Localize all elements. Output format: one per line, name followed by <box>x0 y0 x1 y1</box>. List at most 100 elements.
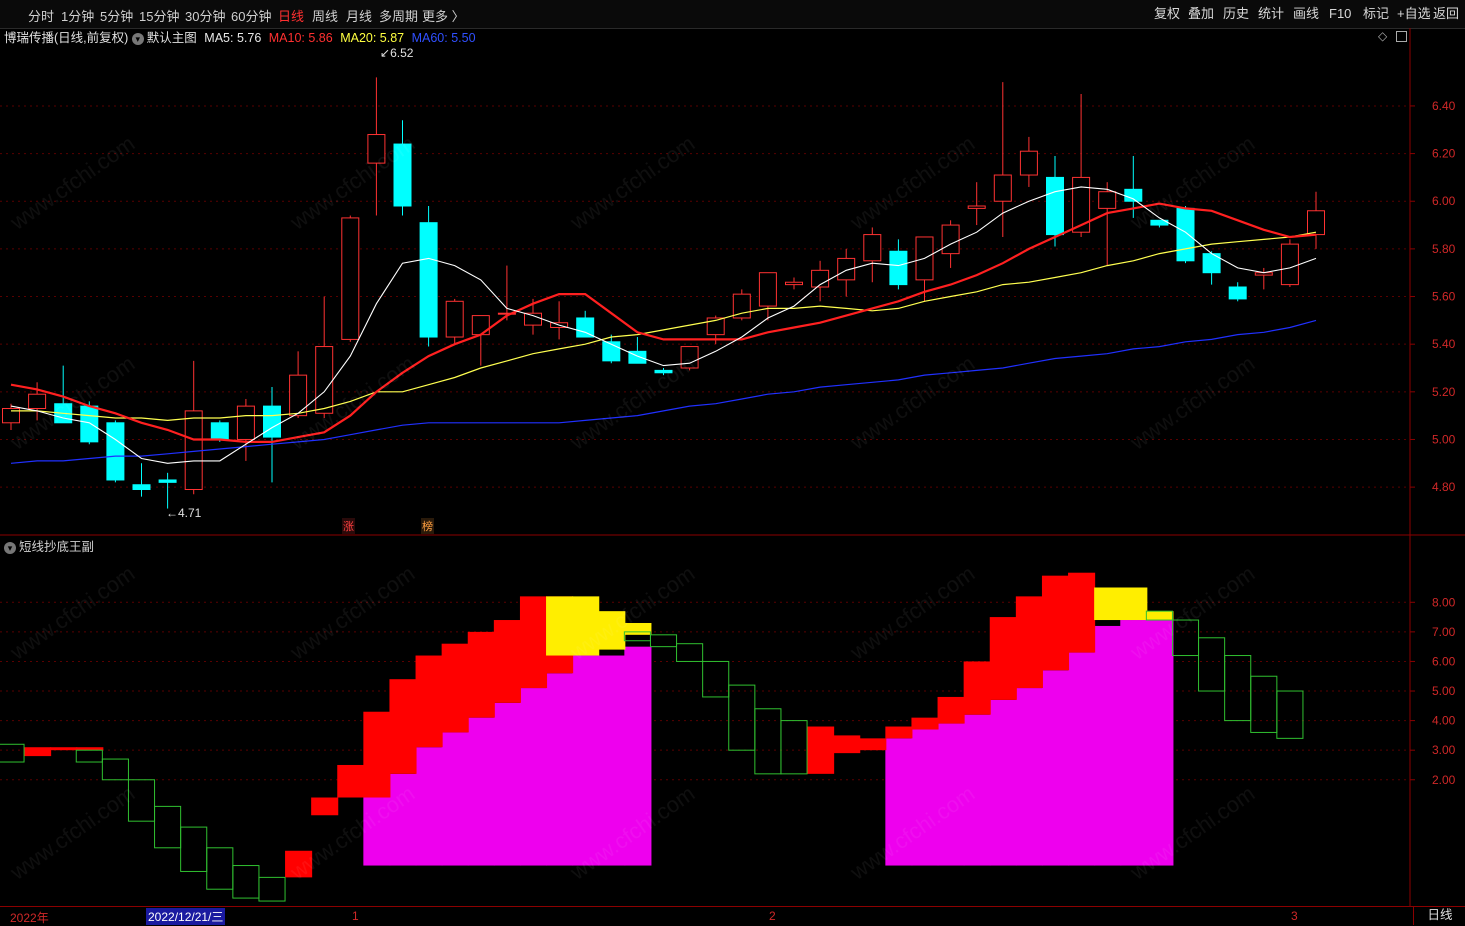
indicator-green-box <box>180 826 208 872</box>
ranking-badge[interactable]: 榜 <box>421 518 434 534</box>
indicator-green-box <box>702 660 730 698</box>
indicator-magenta-bar <box>363 797 391 866</box>
indicator-red-box <box>1068 572 1096 653</box>
ma20-line <box>11 231 1317 422</box>
indicator-magenta-bar <box>415 747 443 866</box>
indicator-magenta-bar <box>1146 620 1174 866</box>
candle-body-up <box>993 174 1012 202</box>
sub-y-tick-label: 7.00 <box>1432 625 1456 639</box>
y-tick-label: 4.80 <box>1432 480 1456 494</box>
indicator-red-box <box>859 738 887 751</box>
indicator-red-box <box>24 747 52 757</box>
candle-body-up <box>1280 243 1299 286</box>
indicator-green-box <box>780 720 808 775</box>
candle-body-up <box>680 346 699 369</box>
date-year-label: 2022年 <box>10 911 49 925</box>
y-tick-label: 5.00 <box>1432 432 1456 446</box>
y-tick-label: 6.00 <box>1432 194 1456 208</box>
candle-body-up <box>341 217 360 340</box>
indicator-yellow-box <box>1094 587 1122 621</box>
indicator-name[interactable]: 短线抄底王副 <box>19 540 94 554</box>
indicator-green-box <box>127 779 156 822</box>
indicator-magenta-bar <box>467 717 495 866</box>
indicator-red-box <box>989 617 1017 700</box>
indicator-magenta-bar <box>911 729 939 866</box>
indicator-red-box <box>311 797 339 816</box>
date-axis: 2022年 2022/12/21/三 1 2 3 <box>0 906 1465 926</box>
indicator-dropdown-icon[interactable]: ▾ <box>4 541 16 554</box>
candle-body-down <box>263 405 281 438</box>
indicator-magenta-bar <box>1015 688 1043 866</box>
indicator-green-box <box>728 684 756 751</box>
indicator-green-box <box>258 876 286 902</box>
candle-body-down <box>576 317 595 338</box>
indicator-red-box <box>911 717 939 730</box>
sub-chart-header: ▾ 短线抄底王副 <box>4 536 94 555</box>
indicator-green-box <box>1198 637 1226 692</box>
indicator-green-box <box>206 847 234 890</box>
indicator-red-box <box>937 696 965 724</box>
panel-toggle-icon[interactable] <box>1396 31 1407 42</box>
candle-body-up <box>785 281 803 286</box>
indicator-green-box <box>232 865 260 899</box>
candle-body-down <box>158 479 177 483</box>
indicator-red-box <box>1015 596 1043 689</box>
indicator-magenta-bar <box>519 688 548 866</box>
indicator-red-box <box>1041 575 1070 671</box>
indicator-magenta-bar <box>624 646 652 866</box>
indicator-yellow-box <box>598 611 626 650</box>
date-month-2: 2 <box>769 909 776 923</box>
candle-body-up <box>1098 191 1117 209</box>
sub-y-tick-label: 8.00 <box>1432 595 1456 609</box>
sub-y-tick-label: 2.00 <box>1432 773 1456 787</box>
indicator-green-box <box>676 643 704 662</box>
candle-body-up <box>367 134 386 164</box>
ma5-label: MA5: 5.76 <box>204 31 262 45</box>
ma10-line <box>10 202 1317 443</box>
indicator-magenta-bar <box>441 732 469 866</box>
ma60-label: MA60: 5.50 <box>411 31 476 45</box>
candle-body-down <box>1176 207 1195 262</box>
indicator-red-box <box>337 764 365 798</box>
candle-body-up <box>28 393 47 409</box>
indicator-green-box <box>101 758 129 781</box>
date-month-1: 1 <box>352 909 359 923</box>
date-month-3: 3 <box>1291 909 1298 923</box>
indicator-magenta-bar <box>598 655 626 866</box>
high-price-value: 6.52 <box>390 46 414 60</box>
low-price-value: 4.71 <box>178 506 202 520</box>
ma60-line <box>10 319 1317 464</box>
candle-body-down <box>132 484 151 490</box>
template-dropdown-icon[interactable]: ▾ <box>131 32 144 45</box>
ma5-line <box>10 186 1317 464</box>
candle-body-up <box>445 300 464 338</box>
high-price-annotation: ↙6.52 <box>380 46 414 60</box>
indicator-magenta-bar <box>963 714 991 866</box>
indicator-magenta-bar <box>885 738 913 866</box>
limit-up-badge[interactable]: 涨 <box>342 518 355 534</box>
indicator-yellow-box <box>1120 587 1148 621</box>
indicator-red-box <box>885 726 913 739</box>
indicator-magenta-bar <box>493 702 521 866</box>
indicator-green-box <box>1171 619 1200 657</box>
indicator-green-box <box>1224 655 1252 722</box>
indicator-green-box <box>1250 675 1278 733</box>
indicator-yellow-box <box>546 596 574 656</box>
y-tick-label: 6.40 <box>1432 99 1456 113</box>
indicator-red-box <box>363 711 391 798</box>
ma20-label: MA20: 5.87 <box>340 31 405 45</box>
sub-y-tick-label: 3.00 <box>1432 743 1456 757</box>
indicator-red-box <box>415 655 443 748</box>
diamond-icon[interactable]: ◇ <box>1378 29 1387 43</box>
candle-body-down <box>210 422 229 440</box>
sub-y-tick-label: 4.00 <box>1432 714 1456 728</box>
candle-body-up <box>315 346 334 414</box>
chart-canvas[interactable]: 4.80 5.00 5.20 5.40 5.60 5.80 6.00 6.20 6.40 2.00… <box>0 0 1465 906</box>
candle-body-down <box>419 222 438 338</box>
indicator-red-box <box>441 643 469 733</box>
template-name[interactable]: 默认主图 <box>147 31 197 45</box>
sub-y-tick-label: 5.00 <box>1432 684 1456 698</box>
period-indicator[interactable]: 日线 <box>1413 906 1465 925</box>
indicator-green-box <box>0 743 25 763</box>
candle-body-up <box>758 272 777 307</box>
